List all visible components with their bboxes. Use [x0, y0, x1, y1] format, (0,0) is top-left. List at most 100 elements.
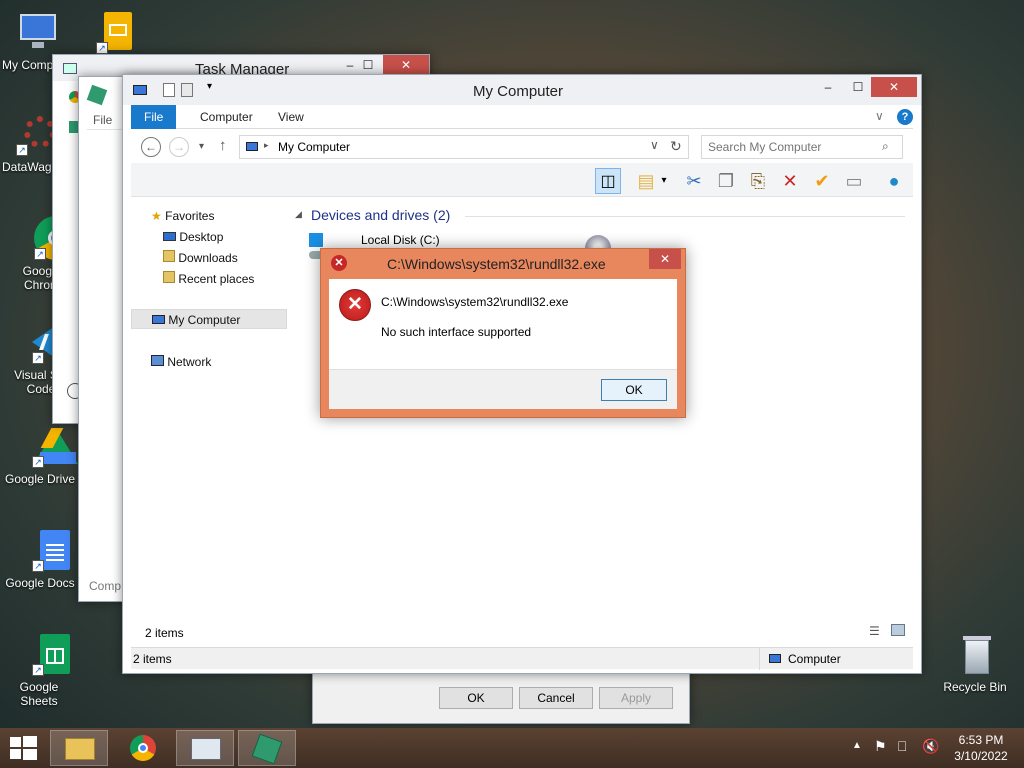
- nav-item-downloads[interactable]: Downloads: [163, 249, 238, 267]
- recent-locations-icon[interactable]: ▾: [199, 141, 204, 152]
- view-dropdown-icon[interactable]: ▾: [657, 168, 671, 194]
- shortcut-arrow-icon: ↗: [32, 352, 44, 364]
- start-button[interactable]: [10, 736, 38, 760]
- new-folder-qa-icon[interactable]: [181, 83, 193, 97]
- ok-button[interactable]: OK: [601, 379, 667, 401]
- properties-qa-icon[interactable]: [163, 83, 175, 97]
- desktop-icon-google-docs[interactable]: ↗ Google Docs: [0, 528, 78, 590]
- close-button[interactable]: ✕: [383, 55, 429, 75]
- nav-item-favorites[interactable]: ★ Favorites: [151, 207, 214, 225]
- desktop-icon-label: Google Docs: [5, 576, 75, 590]
- desktop-icon-recycle-bin[interactable]: Recycle Bin: [935, 632, 1015, 694]
- desktop-icon-slides[interactable]: ↗: [78, 10, 158, 58]
- ribbon-expand-icon[interactable]: ∨: [875, 109, 884, 123]
- google-docs-icon: ↗: [16, 528, 70, 572]
- shortcut-arrow-icon: ↗: [96, 42, 108, 54]
- desktop-icon-google-sheets[interactable]: ↗ Google Sheets: [0, 632, 78, 708]
- qa-dropdown-icon[interactable]: ▾: [207, 81, 212, 92]
- status-location: Computer: [788, 652, 841, 666]
- delete-icon[interactable]: ✕: [777, 168, 803, 194]
- search-box[interactable]: ⌕: [701, 135, 903, 159]
- status-items: 2 items: [133, 652, 172, 666]
- cancel-button[interactable]: Cancel: [519, 687, 593, 709]
- taskbar-task-manager[interactable]: [176, 730, 234, 766]
- help-icon[interactable]: ?: [897, 109, 913, 125]
- file-tab-label[interactable]: File: [93, 113, 112, 127]
- nav-label: My Computer: [168, 313, 241, 327]
- taskbar-app[interactable]: [238, 730, 296, 766]
- nav-item-desktop[interactable]: Desktop: [163, 228, 223, 246]
- ribbon-tabs: File Computer View ∨ ?: [131, 105, 913, 129]
- clock-time[interactable]: 6:53 PM: [950, 733, 1012, 747]
- explorer-titlebar[interactable]: ▾ My Computer – ☐ ✕: [123, 75, 921, 105]
- paste-icon[interactable]: ⎘: [745, 168, 771, 194]
- computer-icon: [769, 654, 781, 663]
- desktop-icon-label: Google Drive: [4, 472, 76, 486]
- nav-label: Downloads: [178, 251, 238, 265]
- tab-computer[interactable]: Computer: [187, 105, 266, 129]
- nav-label: Favorites: [165, 209, 215, 223]
- error-dialog[interactable]: ✕ C:\Windows\system32\rundll32.exe ✕ ✕ C…: [320, 248, 686, 418]
- volume-muted-icon[interactable]: 🔇: [922, 738, 939, 755]
- refresh-icon[interactable]: ↻: [670, 138, 682, 155]
- preview-pane-icon[interactable]: ◫: [595, 168, 621, 194]
- details-view-icon[interactable]: ☰: [869, 624, 880, 638]
- copy-icon[interactable]: ❐: [713, 168, 739, 194]
- tab-file[interactable]: File: [131, 105, 177, 129]
- network-icon[interactable]: ⎕: [898, 738, 906, 755]
- clock-date[interactable]: 3/10/2022: [950, 749, 1012, 763]
- tab-view[interactable]: View: [265, 105, 317, 129]
- close-button[interactable]: ✕: [649, 249, 681, 269]
- address-bar[interactable]: ▸ My Computer ∨ ↻: [239, 135, 689, 159]
- nav-item-my-computer[interactable]: My Computer: [131, 309, 287, 329]
- apply-button[interactable]: Apply: [599, 687, 673, 709]
- middle-window-app-icon: [86, 84, 108, 106]
- google-sheets-icon: ↗: [16, 632, 70, 676]
- check-icon[interactable]: ✔: [809, 168, 835, 194]
- tray-expand-icon[interactable]: ▲: [852, 740, 862, 751]
- computer-icon: [133, 85, 147, 95]
- shortcut-arrow-icon: ↗: [32, 456, 44, 468]
- nav-label: Desktop: [179, 230, 224, 244]
- recent-places-icon: [163, 271, 175, 283]
- globe-icon[interactable]: ●: [881, 168, 907, 194]
- large-icons-view-icon[interactable]: [891, 624, 905, 636]
- nav-item-recent-places[interactable]: Recent places: [163, 270, 254, 288]
- minimize-button[interactable]: –: [813, 77, 843, 97]
- command-toolbar: ◫ ▤ ▾ ✂ ❐ ⎘ ✕ ✔ ▭ ●: [131, 163, 913, 197]
- network-icon: [151, 355, 164, 366]
- shortcut-arrow-icon: ↗: [34, 248, 46, 260]
- search-input[interactable]: [708, 139, 876, 155]
- app-process-icon: [251, 733, 283, 765]
- dialog-footer: OK: [329, 369, 677, 409]
- address-dropdown-icon[interactable]: ∨: [650, 138, 659, 152]
- ok-button[interactable]: OK: [439, 687, 513, 709]
- drive-label[interactable]: Local Disk (C:): [361, 233, 440, 247]
- desktop-icon: [163, 232, 176, 241]
- desktop-icon-label: Recycle Bin: [943, 680, 1007, 694]
- cut-icon[interactable]: ✂: [681, 168, 707, 194]
- shortcut-arrow-icon: ↗: [32, 664, 44, 676]
- up-button[interactable]: ↑: [219, 137, 227, 154]
- items-count: 2 items: [145, 626, 184, 640]
- taskbar: ▲ ⚑ ⎕ 🔇 6:53 PM 3/10/2022: [0, 728, 1024, 768]
- rename-icon[interactable]: ▭: [841, 168, 867, 194]
- desktop-icon-google-drive[interactable]: ↗ Google Drive: [0, 424, 78, 486]
- close-button[interactable]: ✕: [871, 77, 917, 97]
- back-button[interactable]: ←: [141, 137, 161, 157]
- group-header[interactable]: Devices and drives (2): [311, 207, 450, 223]
- forward-button[interactable]: →: [169, 137, 189, 157]
- breadcrumb-arrow-icon: ▸: [264, 140, 269, 150]
- status-bar: 2 items Computer: [131, 647, 913, 670]
- taskbar-chrome[interactable]: [114, 730, 172, 766]
- task-manager-icon: [191, 738, 221, 760]
- dialog-title: C:\Windows\system32\rundll32.exe: [387, 256, 606, 272]
- search-icon[interactable]: ⌕: [882, 139, 889, 154]
- action-center-icon[interactable]: ⚑: [874, 738, 887, 755]
- maximize-button[interactable]: ☐: [353, 55, 383, 75]
- taskbar-explorer[interactable]: [50, 730, 108, 766]
- collapse-arrow-icon[interactable]: ◢: [295, 209, 302, 220]
- folder-options-icon[interactable]: ▤: [633, 168, 659, 194]
- nav-item-network[interactable]: Network: [151, 353, 211, 371]
- maximize-button[interactable]: ☐: [843, 77, 873, 97]
